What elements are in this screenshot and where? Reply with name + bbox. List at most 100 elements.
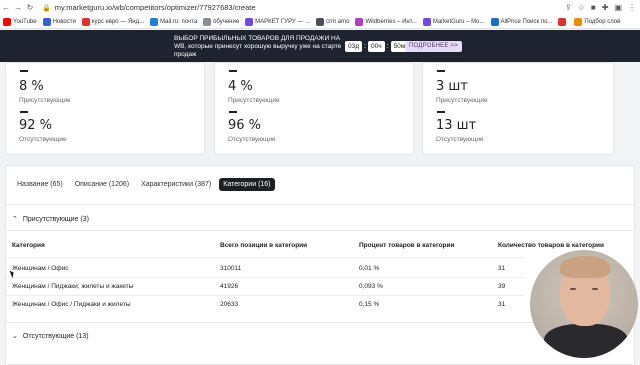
bookmark-item[interactable] bbox=[558, 17, 568, 26]
absent-value: 96 % bbox=[228, 118, 262, 133]
bookmark-item[interactable]: Wildberries – Инт... bbox=[355, 17, 417, 26]
bookmark-item[interactable]: МАРКЕТ ГУРУ — ... bbox=[245, 17, 311, 26]
tab-categories[interactable]: Категории (16) bbox=[219, 178, 275, 191]
absent-label: Отсутствующие bbox=[228, 136, 276, 143]
presenter-eye bbox=[570, 288, 576, 290]
puzzle-icon[interactable]: ✚ bbox=[602, 3, 609, 12]
cell-total: 310011 bbox=[220, 265, 242, 272]
bookmark-label: курс евро — Янд... bbox=[91, 18, 145, 25]
bookmark-label: Подбор слов bbox=[584, 18, 621, 25]
split-view-icon[interactable]: ▣ bbox=[614, 3, 622, 12]
present-label: Присутствующие bbox=[436, 97, 488, 104]
bookmark-label: Новости bbox=[52, 18, 76, 25]
timer-hours: 00ч bbox=[367, 40, 385, 52]
tab-characteristics[interactable]: Характеристики (387) bbox=[137, 178, 215, 191]
browser-address-bar: ← → ↻ 🔒 my.marketguru.io/wb/competitors/… bbox=[0, 0, 640, 15]
back-arrow-icon[interactable]: ← bbox=[0, 3, 12, 12]
menu-dots-icon[interactable]: ⋮ bbox=[628, 3, 636, 12]
bookmark-label: MarketGuru – Mo... bbox=[432, 18, 485, 25]
row-divider bbox=[4, 295, 524, 296]
present-label: Присутствующие bbox=[228, 97, 280, 104]
cell-percent: 0,15 % bbox=[359, 301, 380, 308]
present-value: 3 шт bbox=[436, 79, 468, 94]
url-field[interactable]: my.marketguru.io/wb/competitors/optimize… bbox=[55, 3, 256, 12]
cell-count: 31 bbox=[498, 265, 506, 272]
absent-value: 13 шт bbox=[436, 118, 477, 133]
bookmark-label: обучение bbox=[213, 18, 240, 25]
bookmark-star-icon[interactable]: ☆ bbox=[578, 3, 585, 12]
bookmark-item[interactable]: crm amo bbox=[316, 17, 349, 26]
absent-group-title: Отсутствующие (13) bbox=[22, 332, 89, 340]
bookmark-favicon-icon bbox=[245, 17, 254, 26]
absent-label: Отсутствующие bbox=[19, 136, 67, 143]
extension-icon[interactable]: ■ bbox=[591, 3, 596, 12]
share-icon[interactable]: ⇪ bbox=[565, 3, 572, 12]
presenter-shirt bbox=[544, 324, 628, 358]
dash bbox=[229, 111, 237, 113]
tab-title[interactable]: Название (65) bbox=[13, 178, 67, 191]
bookmark-label: МАРКЕТ ГУРУ — ... bbox=[255, 18, 311, 25]
column-header-count[interactable]: Количество товаров в категории bbox=[498, 242, 604, 249]
bookmark-label: AllPrice Поиск по... bbox=[500, 18, 553, 25]
chevron-down-icon: ⌄ bbox=[12, 333, 18, 340]
present-group-toggle[interactable]: ⌃ Присутствующие (3) bbox=[12, 215, 89, 224]
present-group-title: Присутствующие (3) bbox=[22, 215, 89, 223]
promo-banner: ВЫБОР ПРИБЫЛЬНЫХ ТОВАРОВ ДЛЯ ПРОДАЖИ НА … bbox=[0, 30, 640, 62]
divider bbox=[5, 204, 635, 205]
browser-toolbar-right: ⇪ ☆ ■ ✚ ▣ ⋮ bbox=[565, 0, 636, 15]
bookmark-item[interactable]: обучение bbox=[203, 17, 240, 26]
cell-count: 31 bbox=[498, 301, 506, 308]
presenter-hair bbox=[560, 256, 610, 278]
dash bbox=[437, 111, 445, 113]
promo-more-button[interactable]: ПОДРОБНЕЕ >> bbox=[405, 41, 462, 52]
bookmark-favicon-icon bbox=[3, 17, 11, 26]
lock-icon[interactable]: 🔒 bbox=[42, 4, 51, 12]
present-label: Присутствующие bbox=[19, 97, 71, 104]
bookmark-favicon-icon bbox=[574, 17, 583, 26]
tab-description[interactable]: Описание (1206) bbox=[71, 178, 133, 191]
bookmark-item[interactable]: Новости bbox=[42, 17, 76, 26]
dash bbox=[229, 70, 237, 72]
cell-percent: 0,01 % bbox=[359, 265, 380, 272]
bookmark-item[interactable]: Mail.ru: почта bbox=[150, 17, 197, 26]
stat-card-title: 8 % Присутствующие 92 % Отсутствующие bbox=[5, 62, 205, 155]
column-header-percent[interactable]: Процент товаров в категории bbox=[359, 242, 455, 249]
cell-category: Женщинам / Офис bbox=[12, 265, 69, 272]
cell-percent: 0,093 % bbox=[359, 283, 383, 290]
chevron-up-icon: ⌃ bbox=[12, 216, 18, 223]
timer-days: 03д bbox=[345, 40, 363, 52]
row-divider bbox=[4, 277, 524, 278]
stat-card-categories: 3 шт Присутствующие 13 шт Отсутствующие bbox=[422, 62, 614, 155]
column-header-category[interactable]: Категория bbox=[12, 242, 45, 249]
cell-total: 20633 bbox=[220, 301, 239, 308]
dash bbox=[20, 70, 28, 72]
bookmark-item[interactable]: AllPrice Поиск по... bbox=[490, 17, 553, 26]
promo-text: ВЫБОР ПРИБЫЛЬНЫХ ТОВАРОВ ДЛЯ ПРОДАЖИ НА … bbox=[174, 35, 342, 58]
cell-count: 39 bbox=[498, 283, 506, 290]
present-value: 4 % bbox=[228, 79, 253, 94]
present-value: 8 % bbox=[19, 79, 44, 94]
cell-total: 41926 bbox=[220, 283, 239, 290]
tab-bar: Название (65) Описание (1206) Характерис… bbox=[13, 178, 275, 191]
absent-value: 92 % bbox=[19, 118, 53, 133]
dash bbox=[20, 111, 28, 113]
forward-arrow-icon[interactable]: → bbox=[12, 3, 24, 12]
dash bbox=[437, 70, 445, 72]
bookmark-favicon-icon bbox=[316, 17, 325, 26]
bookmark-item[interactable]: YouTube bbox=[3, 17, 37, 26]
bookmarks-bar: YouTube Новости курс евро — Янд... Mail.ru:… bbox=[0, 15, 640, 29]
absent-label: Отсутствующие bbox=[436, 136, 484, 143]
webcam-overlay bbox=[530, 250, 638, 358]
absent-group-toggle[interactable]: ⌄ Отсутствующие (13) bbox=[12, 332, 89, 341]
bookmark-item[interactable]: MarketGuru – Mo... bbox=[422, 17, 485, 26]
bookmark-favicon-icon bbox=[422, 17, 431, 26]
reload-icon[interactable]: ↻ bbox=[24, 3, 36, 12]
bookmark-item[interactable]: курс евро — Янд... bbox=[81, 17, 145, 26]
bookmark-item[interactable]: Подбор слов bbox=[574, 17, 621, 26]
bookmark-favicon-icon bbox=[150, 17, 159, 26]
column-header-total[interactable]: Всего позиции в категории bbox=[220, 242, 307, 249]
bookmark-favicon-icon bbox=[490, 17, 499, 26]
bookmark-favicon-icon bbox=[81, 17, 90, 26]
cell-category: Женщинам / Пиджаки, жилеты и жакеты bbox=[12, 283, 134, 290]
countdown-timer: 03д : 00ч : 50м bbox=[345, 40, 409, 52]
